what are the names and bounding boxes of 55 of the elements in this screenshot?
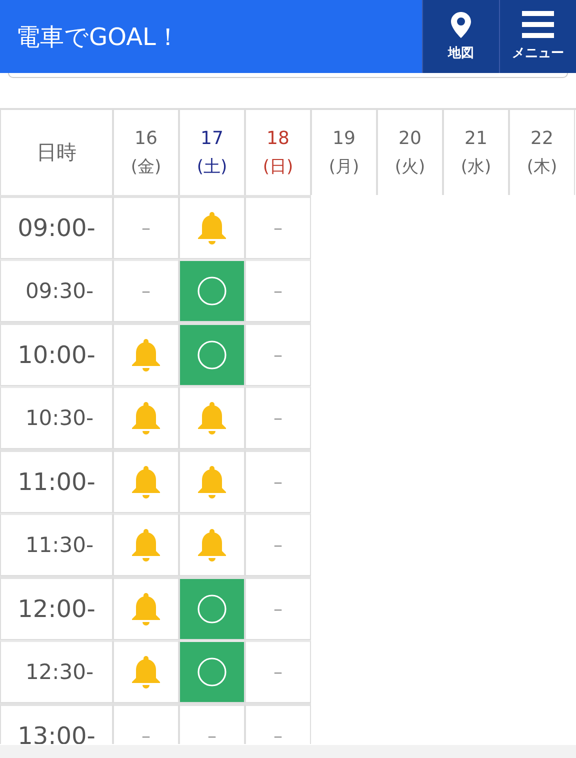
day-number: 17 [200, 128, 224, 148]
weekday-label: (木) [526, 156, 558, 178]
circle-icon [197, 340, 227, 370]
weekday-label: (火) [394, 156, 426, 178]
weekday-label: (土) [196, 156, 228, 178]
unavailable-mark: – [113, 195, 179, 259]
time-label: 12:30- [0, 640, 113, 703]
weekday-label: (日) [262, 156, 294, 178]
time-label: 12:00- [0, 576, 113, 640]
day-number: 21 [464, 128, 488, 148]
weekday-label: (月) [328, 156, 360, 178]
bell-icon [196, 465, 228, 499]
unavailable-mark: – [245, 640, 311, 703]
unavailable-mark: – [245, 513, 311, 576]
day-number: 18 [266, 128, 290, 148]
available-slot[interactable] [179, 259, 245, 322]
app-title: 電車でGOAL！ [15, 22, 181, 52]
map-button[interactable]: 地図 [422, 0, 499, 73]
weekday-label: (水) [460, 156, 492, 178]
map-pin-icon [451, 12, 471, 38]
day-number: 22 [530, 128, 554, 148]
circle-icon [197, 276, 227, 306]
bell-icon [196, 401, 228, 435]
unavailable-mark: – [245, 195, 311, 259]
bell-icon [130, 655, 162, 689]
bell-icon [130, 528, 162, 562]
circle-icon [197, 594, 227, 624]
bell-icon [130, 401, 162, 435]
weekday-label: (金) [130, 156, 162, 178]
time-label: 09:00- [0, 195, 113, 259]
bell-icon [130, 338, 162, 372]
unavailable-mark: – [245, 449, 311, 513]
day-number: 20 [398, 128, 422, 148]
time-label: 11:30- [0, 513, 113, 576]
unavailable-mark: – [245, 576, 311, 640]
unavailable-mark: – [245, 386, 311, 449]
time-label: 11:00- [0, 449, 113, 513]
circle-icon [197, 657, 227, 687]
unavailable-mark: – [245, 259, 311, 322]
menu-button[interactable]: メニュー [499, 0, 576, 73]
bell-icon [130, 465, 162, 499]
day-number: 16 [134, 128, 158, 148]
bell-icon [130, 592, 162, 626]
available-slot[interactable] [179, 576, 245, 640]
column-header: 日時 [0, 110, 113, 195]
available-slot[interactable] [179, 322, 245, 386]
time-label: 10:30- [0, 386, 113, 449]
available-slot[interactable] [179, 640, 245, 703]
day-number: 19 [332, 128, 356, 148]
time-label: 09:30- [0, 259, 113, 322]
time-label: 10:00- [0, 322, 113, 386]
bell-icon [196, 528, 228, 562]
menu-icon [522, 11, 554, 38]
bell-icon [196, 211, 228, 245]
unavailable-mark: – [245, 322, 311, 386]
